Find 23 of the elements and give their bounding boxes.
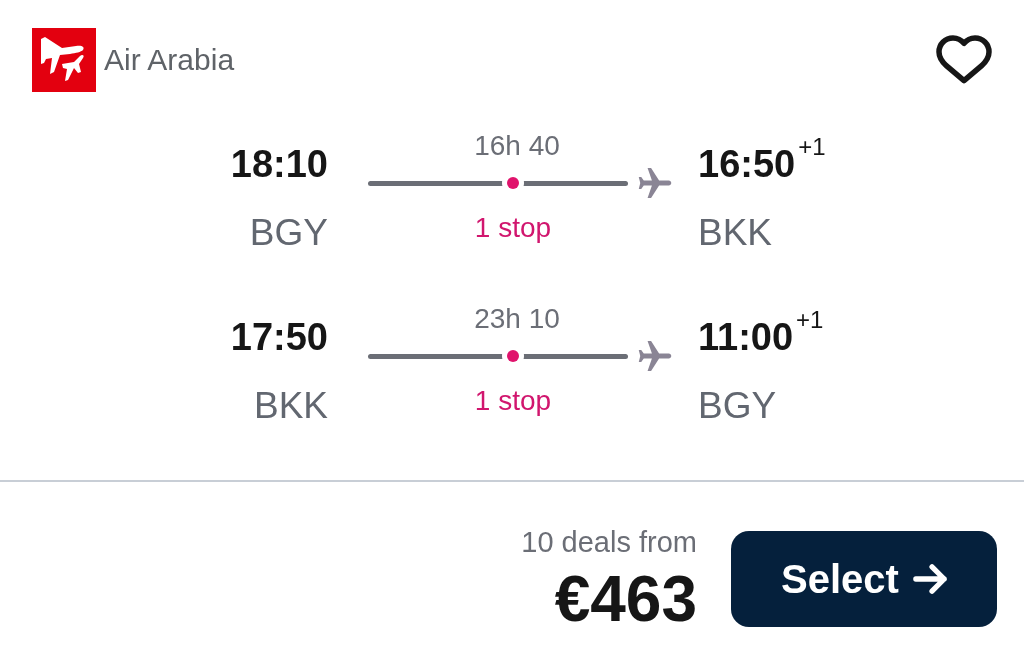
heart-icon[interactable]: [936, 35, 992, 84]
departure-time: 17:50: [230, 315, 328, 359]
select-button[interactable]: Select: [731, 531, 997, 627]
price: €463: [554, 566, 697, 632]
airline-name: Air Arabia: [104, 42, 235, 78]
arrival-airport: BKK: [698, 211, 773, 255]
stops-label: 1 stop: [474, 212, 552, 244]
day-offset: +1: [798, 134, 826, 160]
flight-duration: 16h 40: [474, 130, 560, 162]
arrival-airport: BGY: [698, 384, 777, 428]
departure-time: 18:10: [230, 142, 328, 186]
plane-icon: [638, 168, 672, 198]
plane-icon: [638, 341, 672, 371]
deals-count: 10 deals from: [521, 526, 697, 558]
arrival-time: 11:00: [698, 315, 794, 359]
day-offset: +1: [796, 307, 824, 333]
airline-logo: [32, 28, 96, 92]
arrow-right-icon: [912, 564, 947, 594]
stops-label: 1 stop: [474, 385, 552, 417]
arrival-time: 16:50: [698, 142, 796, 186]
departure-airport: BKK: [253, 384, 328, 428]
departure-airport: BGY: [249, 211, 328, 255]
flight-duration: 23h 10: [474, 303, 560, 335]
